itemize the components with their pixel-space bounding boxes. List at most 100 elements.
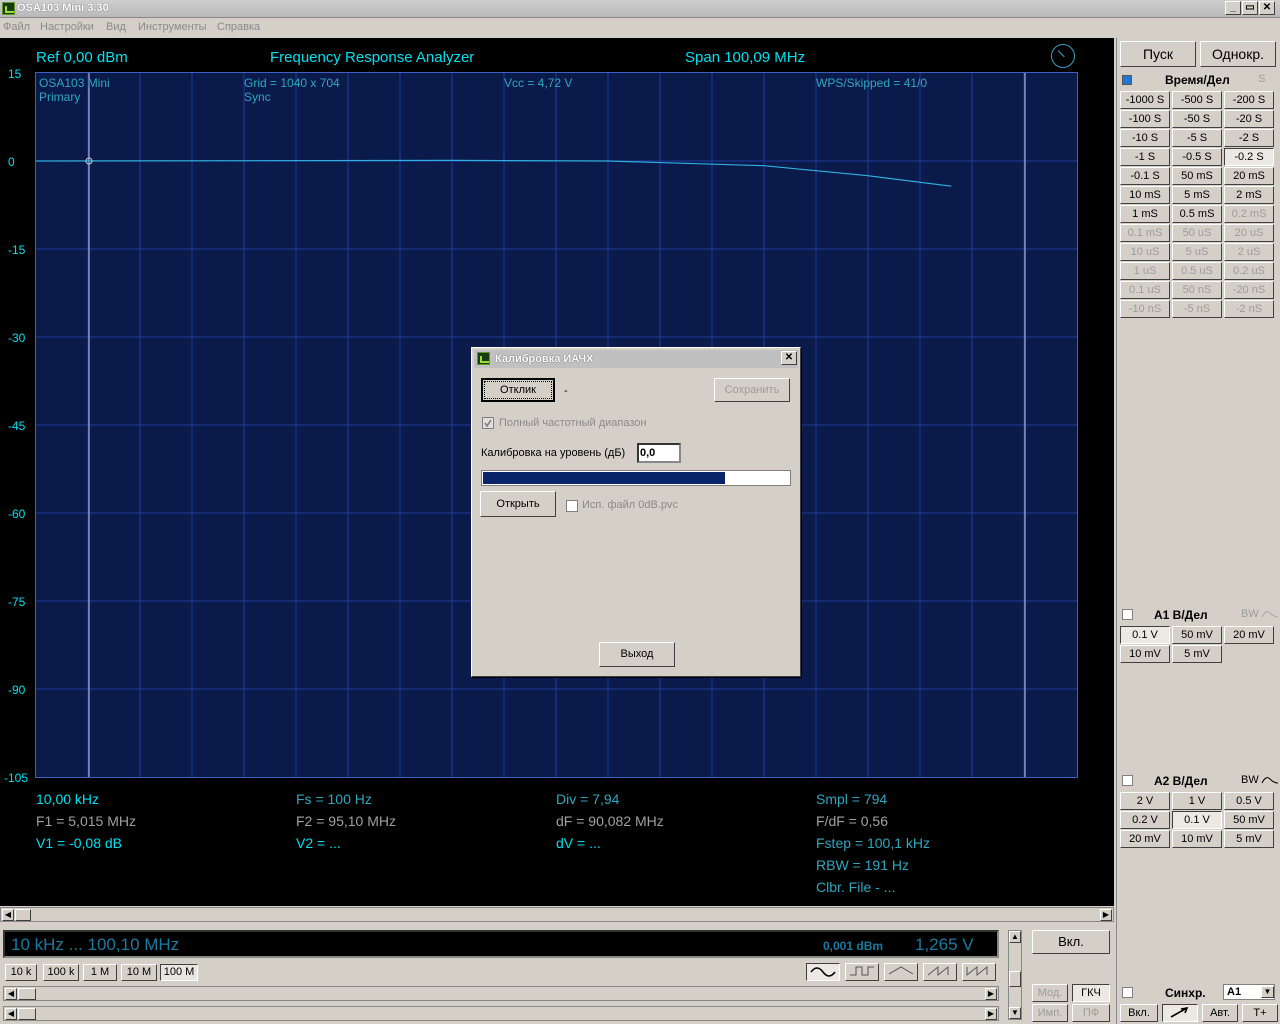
close-button[interactable]: ✕ [1259, 1, 1275, 15]
time-div-button[interactable]: -2 S [1224, 129, 1274, 147]
a1-div-button[interactable]: 0.1 V [1120, 626, 1170, 644]
range-10k-button[interactable]: 10 k [5, 964, 37, 981]
open-button[interactable]: Открыть [480, 491, 556, 517]
save-button[interactable]: Сохранить [714, 378, 790, 402]
gen-on-button[interactable]: Вкл. [1032, 930, 1110, 954]
a1-div-button[interactable]: 5 mV [1172, 645, 1222, 663]
range-100k-button[interactable]: 100 k [43, 964, 79, 981]
time-div-button[interactable]: -10 nS [1120, 300, 1170, 318]
tplus-button[interactable]: T+ [1242, 1004, 1278, 1022]
sync-checkbox[interactable] [1122, 987, 1133, 998]
scroll-thumb[interactable] [15, 909, 31, 921]
time-div-button[interactable]: -10 S [1120, 129, 1170, 147]
mod-button[interactable]: Мод. [1032, 984, 1068, 1002]
scroll-right-icon[interactable]: ▶ [1100, 909, 1112, 921]
freq-scrollbar[interactable]: ◀ ▶ [3, 1006, 999, 1021]
time-div-button[interactable]: 20 uS [1224, 224, 1274, 242]
saw-down-button[interactable] [962, 963, 996, 981]
time-div-button[interactable]: 0.1 mS [1120, 224, 1170, 242]
time-div-button[interactable]: 50 uS [1172, 224, 1222, 242]
sync-on-button[interactable]: Вкл. [1120, 1004, 1158, 1022]
start-button[interactable]: Пуск [1120, 41, 1196, 67]
square-wave-button[interactable] [845, 963, 879, 981]
sync-edge-button[interactable] [1162, 1004, 1198, 1022]
time-div-button[interactable]: 10 uS [1120, 243, 1170, 261]
exit-button[interactable]: Выход [599, 642, 675, 667]
a2-bw-label[interactable]: BW [1241, 774, 1259, 786]
chevron-down-icon[interactable]: ▼ [1261, 986, 1274, 998]
time-div-button[interactable]: 5 uS [1172, 243, 1222, 261]
minimize-button[interactable]: _ [1225, 1, 1241, 15]
time-div-button[interactable]: -20 S [1224, 110, 1274, 128]
a1-bw-icon[interactable] [1261, 609, 1279, 619]
a1-div-button[interactable]: 20 mV [1224, 626, 1274, 644]
sweep-gen-button[interactable]: ГКЧ [1072, 984, 1110, 1002]
time-div-button[interactable]: -5 nS [1172, 300, 1222, 318]
a2-div-button[interactable]: 5 mV [1224, 830, 1274, 848]
time-div-button[interactable]: -1 S [1120, 148, 1170, 166]
a2-div-button[interactable]: 2 V [1120, 792, 1170, 810]
time-div-button[interactable]: 0.1 uS [1120, 281, 1170, 299]
triangle-wave-button[interactable] [884, 963, 918, 981]
time-div-button[interactable]: 1 mS [1120, 205, 1170, 223]
menu-file[interactable]: Файл [3, 21, 30, 33]
time-div-button[interactable]: -0.5 S [1172, 148, 1222, 166]
time-div-button[interactable]: -500 S [1172, 91, 1222, 109]
time-div-button[interactable]: -20 nS [1224, 281, 1274, 299]
scroll-left-icon[interactable]: ◀ [5, 1008, 17, 1020]
scroll-right-icon[interactable]: ▶ [985, 988, 997, 1000]
time-div-button[interactable]: -200 S [1224, 91, 1274, 109]
sine-wave-button[interactable] [806, 963, 840, 981]
menu-view[interactable]: Вид [106, 21, 126, 33]
imp-button[interactable]: Имп. [1032, 1004, 1068, 1022]
scroll-up-icon[interactable]: ▲ [1009, 931, 1021, 943]
single-button[interactable]: Однокр. [1200, 41, 1276, 67]
use-file-checkbox[interactable] [566, 500, 578, 512]
level-scrollbar[interactable]: ◀ ▶ [3, 986, 999, 1001]
scroll-left-icon[interactable]: ◀ [5, 988, 17, 1000]
auto-button[interactable]: Авт. [1202, 1004, 1238, 1022]
time-div-button[interactable]: 50 nS [1172, 281, 1222, 299]
time-div-button[interactable]: -2 nS [1224, 300, 1274, 318]
menu-settings[interactable]: Настройки [40, 21, 94, 33]
time-div-button[interactable]: -100 S [1120, 110, 1170, 128]
scroll-right-icon[interactable]: ▶ [985, 1008, 997, 1020]
pf-button[interactable]: ПФ [1072, 1004, 1110, 1022]
time-div-button[interactable]: 50 mS [1172, 167, 1222, 185]
scroll-thumb[interactable] [18, 1008, 36, 1020]
vscroll-thumb[interactable] [1009, 971, 1021, 987]
menu-tools[interactable]: Инструменты [138, 21, 207, 33]
time-div-button[interactable]: -50 S [1172, 110, 1222, 128]
a2-div-button[interactable]: 0.5 V [1224, 792, 1274, 810]
scroll-down-icon[interactable]: ▼ [1009, 1007, 1021, 1019]
time-div-button[interactable]: 1 uS [1120, 262, 1170, 280]
a2-div-button[interactable]: 0.1 V [1172, 811, 1222, 829]
a1-bw-label[interactable]: BW [1241, 608, 1259, 620]
scope-scrollbar[interactable]: ◀ ▶ [0, 907, 1114, 922]
time-div-button[interactable]: 5 mS [1172, 186, 1222, 204]
range-100m-button[interactable]: 100 M [160, 964, 198, 981]
a2-div-button[interactable]: 20 mV [1120, 830, 1170, 848]
time-div-button[interactable]: -1000 S [1120, 91, 1170, 109]
sync-source-select[interactable]: A1 ▼ [1223, 984, 1275, 1000]
time-div-button[interactable]: -5 S [1172, 129, 1222, 147]
a2-div-button[interactable]: 10 mV [1172, 830, 1222, 848]
time-div-button[interactable]: 0.2 mS [1224, 205, 1274, 223]
restore-button[interactable]: ▭ [1242, 1, 1258, 15]
time-div-button[interactable]: 2 uS [1224, 243, 1274, 261]
response-button[interactable]: Отклик [481, 378, 555, 402]
time-enable-checkbox[interactable] [1122, 75, 1132, 85]
a1-div-button[interactable]: 50 mV [1172, 626, 1222, 644]
time-div-button[interactable]: 10 mS [1120, 186, 1170, 204]
scroll-left-icon[interactable]: ◀ [2, 909, 14, 921]
a2-div-button[interactable]: 1 V [1172, 792, 1222, 810]
a2-bw-icon[interactable] [1261, 775, 1279, 785]
range-10m-button[interactable]: 10 M [121, 964, 157, 981]
time-div-button[interactable]: 2 mS [1224, 186, 1274, 204]
time-div-button[interactable]: 0.5 mS [1172, 205, 1222, 223]
a2-div-button[interactable]: 50 mV [1224, 811, 1274, 829]
full-range-checkbox[interactable] [482, 417, 494, 429]
time-div-button[interactable]: 20 mS [1224, 167, 1274, 185]
time-div-button[interactable]: -0.2 S [1224, 148, 1274, 166]
a2-div-button[interactable]: 0.2 V [1120, 811, 1170, 829]
